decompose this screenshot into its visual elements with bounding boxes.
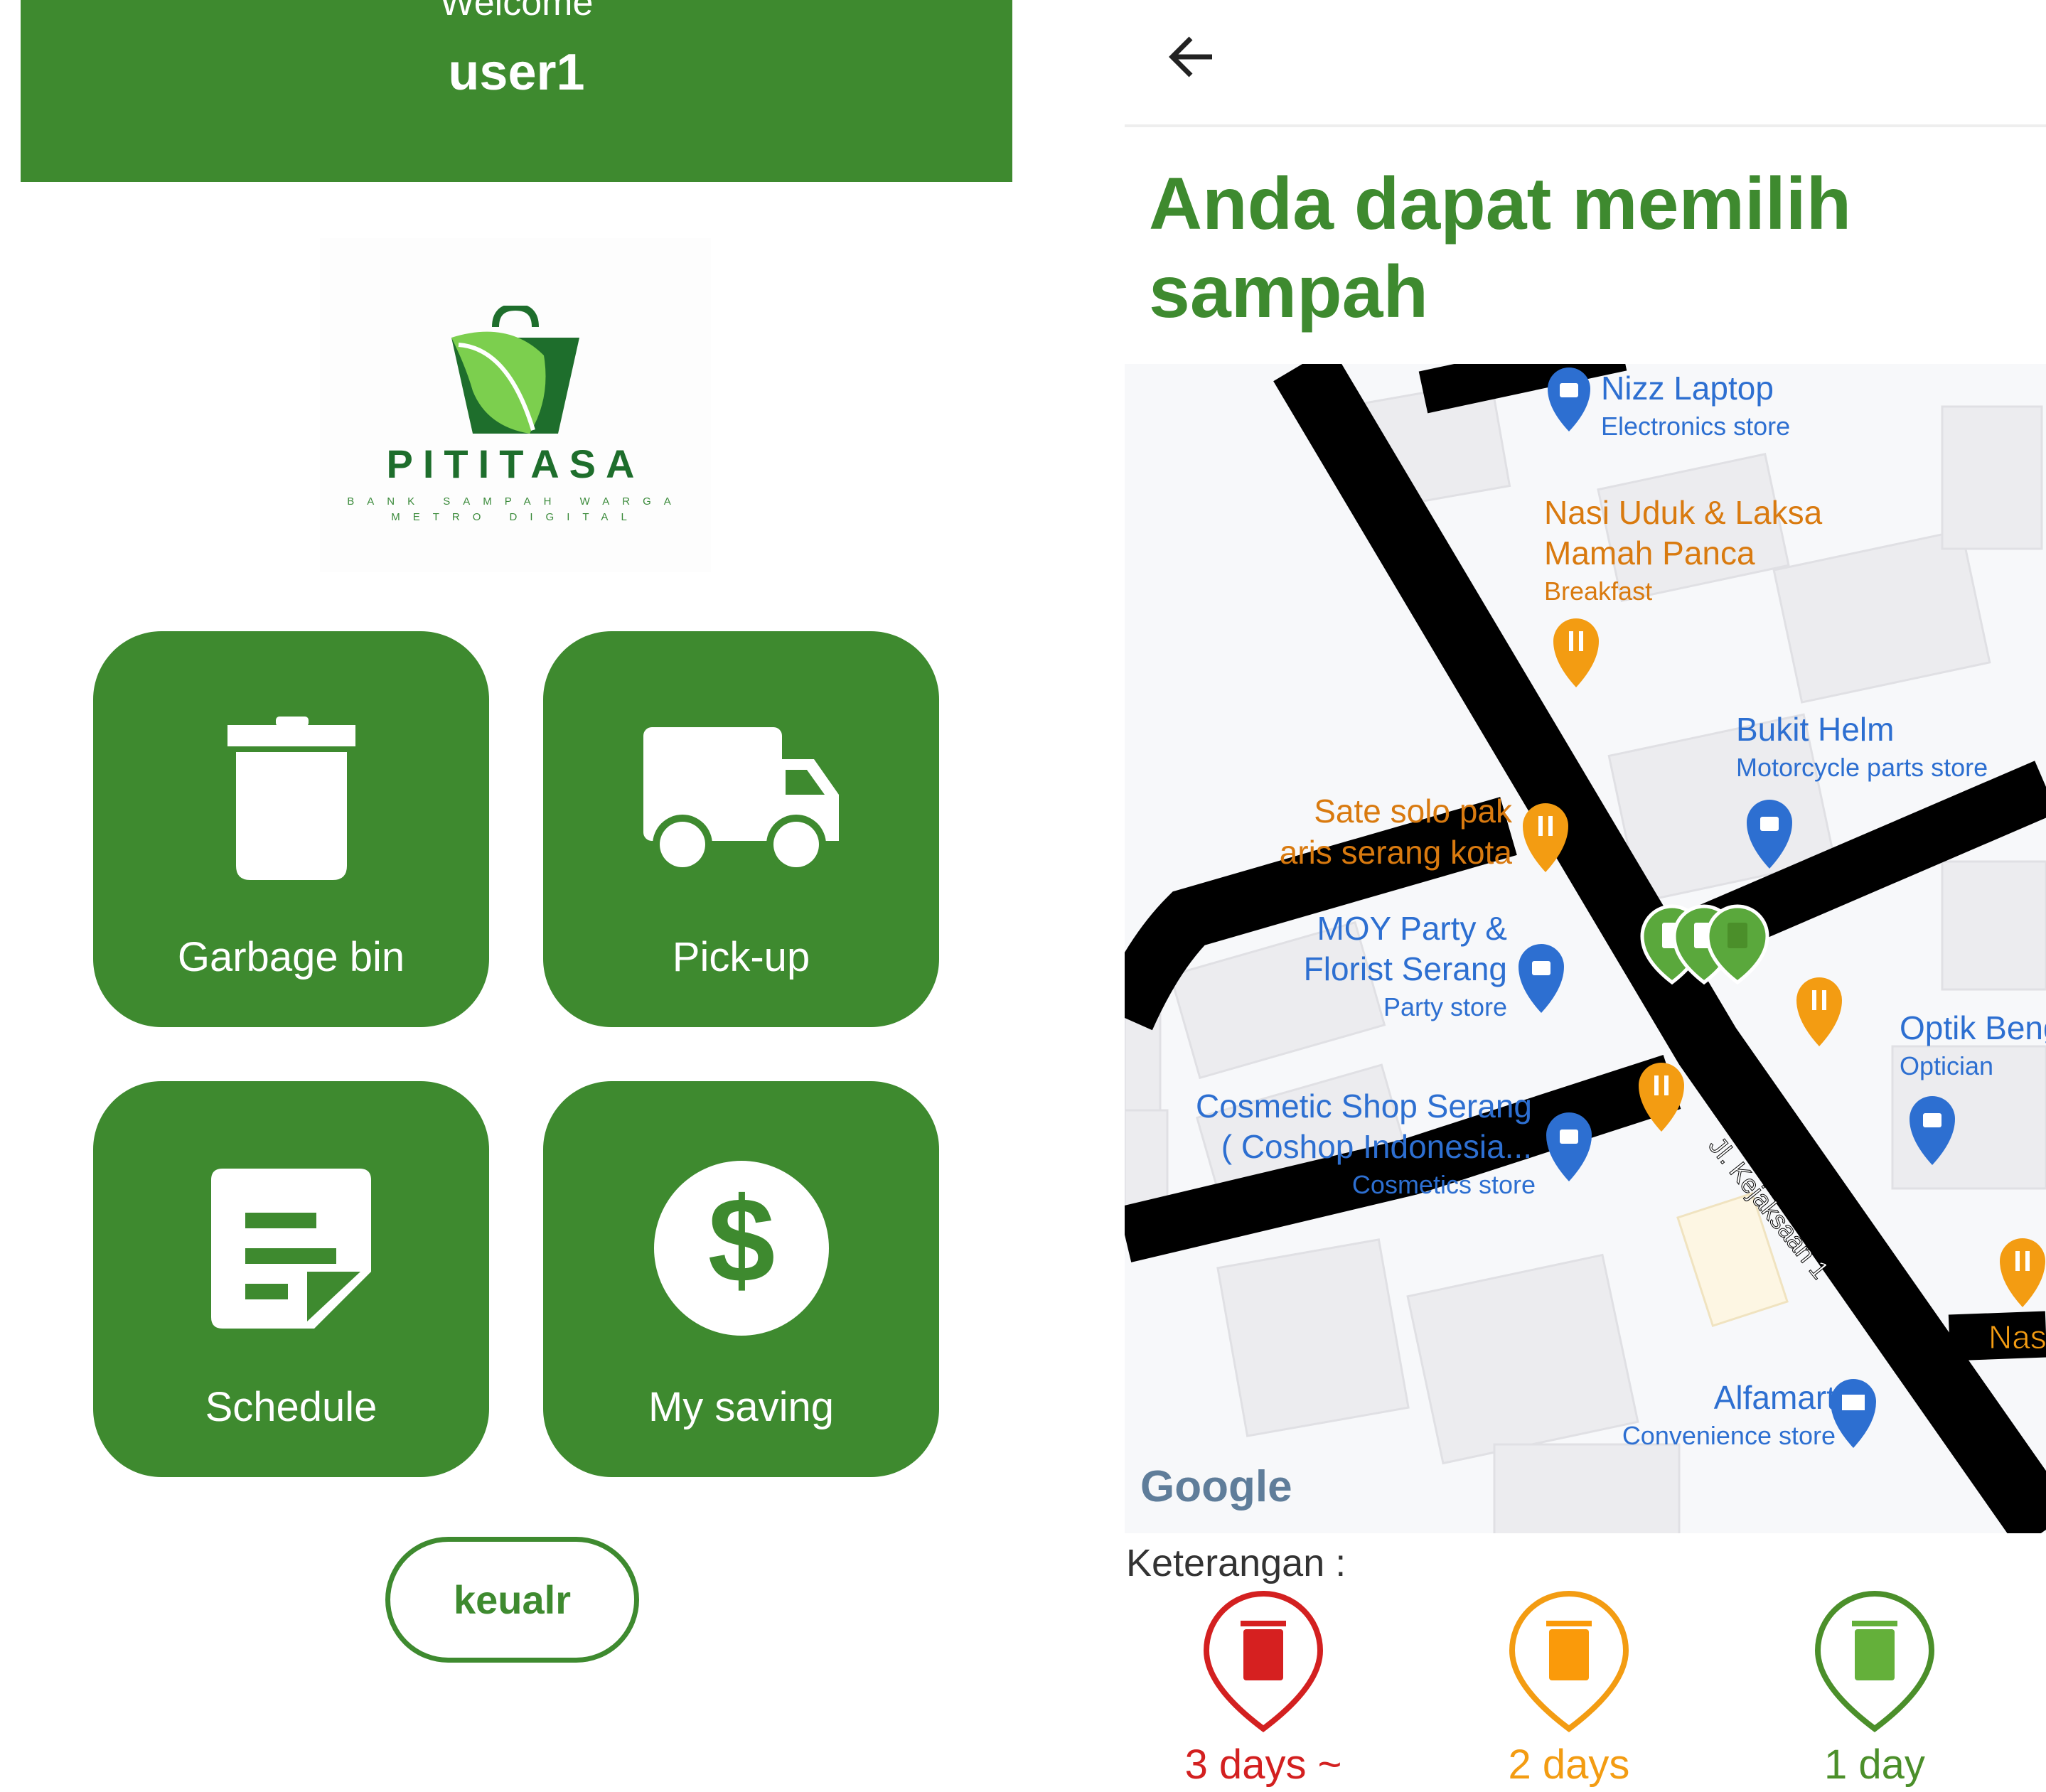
poi-name-bukit-helm: Bukit Helm [1736,711,1894,748]
poi-name-cosmetic-2: ( Coshop Indonesia... [1221,1128,1532,1165]
logo-wordmark: PITITASA [386,441,645,486]
poi-category-optik: Optician [1900,1051,1993,1080]
google-logo: Google [1140,1462,1292,1511]
appbar-divider [1125,124,2046,127]
poi-category-alfamart: Convenience store [1622,1421,1836,1450]
poi-pin-nizz-laptop[interactable] [1548,367,1590,431]
orange-trash-pin-icon [1509,1591,1629,1733]
truck-icon [543,717,939,880]
shopping-pin-icon[interactable] [1546,1112,1592,1181]
poi-name-nas: Nas [1988,1319,2046,1356]
legend-label-1-day: 1 day [1824,1742,1925,1788]
legend-title: Keterangan : [1126,1542,1346,1584]
poi-category-cosmetic: Cosmetics store [1352,1170,1536,1199]
restaurant-pin-icon[interactable] [2000,1238,2045,1307]
poi-name-moy-1: MOY Party & [1317,910,1507,947]
store-pin-icon[interactable] [1831,1379,1876,1448]
green-trash-pin-icon [1814,1591,1935,1733]
legend-label-2-days: 2 days [1508,1742,1630,1788]
poi-category-nizz-laptop: Electronics store [1601,412,1790,441]
legend-item-1-day: 1 day [1789,1587,1960,1788]
poi-name-nasi-uduk-2: Mamah Panca [1544,535,1755,572]
poi-name-sate-solo-1: Sate solo pak [1314,793,1513,830]
red-trash-pin-icon [1203,1591,1324,1733]
arrow-left-icon[interactable] [1164,28,1221,85]
poi-name-sate-solo-2: aris serang kota [1280,834,1513,871]
legend-item-3-days: 3 days ~ [1178,1587,1349,1788]
schedule-button[interactable]: Schedule [93,1081,489,1477]
poi-category-bukit-helm: Motorcycle parts store [1736,753,1988,782]
svg-text:$: $ [707,1173,775,1308]
pick-up-button[interactable]: Pick-up [543,631,939,1027]
page-title: Anda dapat memilih sampah [1149,163,1852,333]
my-saving-button[interactable]: $ My saving [543,1081,939,1477]
poi-category-moy: Party store [1383,992,1507,1021]
google-map[interactable]: Jl. Kejaksaan 1 Nizz Laptop Electronics … [1125,364,2046,1533]
pick-up-label: Pick-up [672,934,810,980]
schedule-label: Schedule [205,1384,377,1430]
garbage-bin-label: Garbage bin [177,934,405,980]
my-saving-label: My saving [648,1384,835,1430]
dollar-icon: $ [543,1161,939,1336]
restaurant-pin-icon[interactable] [1796,977,1842,1046]
note-icon [93,1166,489,1330]
pititasa-logo: PITITASA BANK SAMPAH WARGA METRO DIGITAL [320,238,711,572]
welcome-text: Welcome [439,0,594,23]
logo-tagline-line2: METRO DIGITAL [391,511,640,523]
garbage-bin-button[interactable]: Garbage bin [93,631,489,1027]
welcome-header: Welcome user1 [21,0,1012,182]
legend-item-2-days: 2 days [1484,1587,1654,1788]
logo-tagline: BANK SAMPAH WARGA METRO DIGITAL [320,494,711,525]
logo-tagline-line1: BANK SAMPAH WARGA [347,495,684,508]
restaurant-pin-icon[interactable] [1553,618,1599,687]
restaurant-pin-icon[interactable] [1639,1063,1684,1132]
shopping-pin-icon[interactable] [1519,944,1564,1013]
poi-name-cosmetic-1: Cosmetic Shop Serang [1196,1088,1532,1125]
poi-name-optik: Optik Beng [1900,1009,2046,1046]
shopping-bag-leaf-icon [451,306,579,434]
legend-label-3-days: 3 days ~ [1184,1742,1342,1788]
poi-name-nizz-laptop: Nizz Laptop [1601,370,1774,407]
username: user1 [448,44,585,101]
poi-name-moy-2: Florist Serang [1304,950,1507,987]
garbage-bin-pin-cluster[interactable] [1640,904,1769,985]
logout-button[interactable]: keualr [385,1537,639,1663]
poi-name-alfamart: Alfamart [1714,1379,1836,1416]
poi-category-nasi-uduk: Breakfast [1544,576,1652,606]
poi-name-nasi-uduk-1: Nasi Uduk & Laksa [1544,494,1823,531]
trash-icon [93,717,489,880]
map-screen: Anda dapat memilih sampah Jl. Kejaksaan … [1125,0,2046,1792]
